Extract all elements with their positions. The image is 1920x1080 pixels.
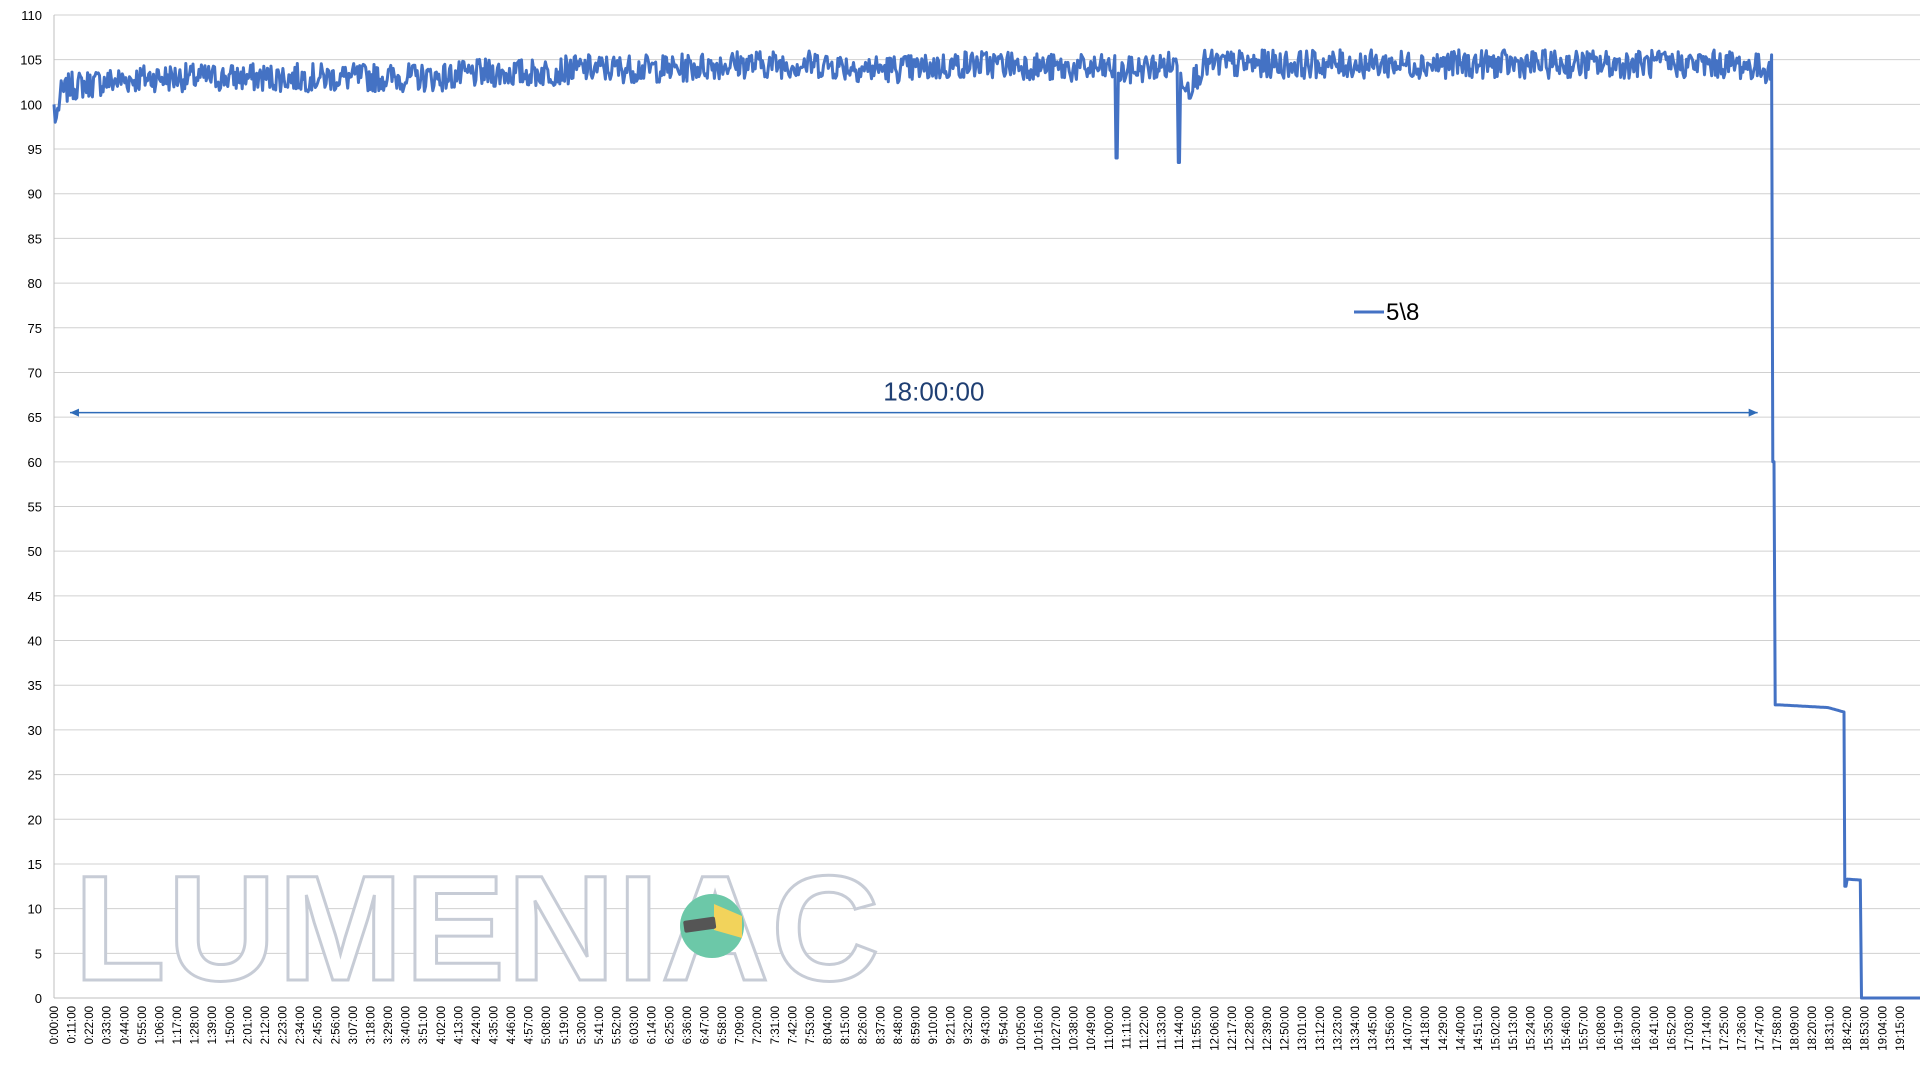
arrowhead-right [1748, 408, 1758, 417]
x-tick-label: 10:05:00 [1016, 1006, 1028, 1051]
x-tick-label: 10:38:00 [1069, 1006, 1081, 1051]
y-tick-label: 50 [28, 544, 42, 559]
x-tick-label: 19:04:00 [1877, 1006, 1889, 1051]
watermark-logo: LUMENIAC [73, 843, 882, 1014]
y-tick-label: 65 [28, 410, 42, 425]
x-tick-label: 14:29:00 [1438, 1006, 1450, 1051]
y-tick-label: 75 [28, 321, 42, 336]
x-tick-label: 18:53:00 [1860, 1006, 1872, 1051]
x-tick-label: 16:30:00 [1631, 1006, 1643, 1051]
y-axis-tick-labels: 0 5 10 15 20 25 30 35 40 45 50 55 60 65 70 75 80 85 90 95 10… [20, 8, 42, 1006]
x-tick-label: 12:28:00 [1244, 1006, 1256, 1051]
x-tick-label: 11:55:00 [1192, 1006, 1204, 1050]
x-tick-label: 8:59:00 [910, 1006, 922, 1044]
x-tick-label: 13:01:00 [1297, 1006, 1309, 1051]
x-tick-label: 14:51:00 [1473, 1006, 1485, 1051]
y-tick-label: 10 [28, 902, 42, 917]
watermark-text: LUMENIAC [74, 844, 882, 1012]
x-tick-label: 17:25:00 [1719, 1006, 1731, 1051]
y-tick-label: 110 [21, 8, 42, 23]
x-tick-label: 16:19:00 [1614, 1006, 1626, 1051]
flashlight-icon [680, 894, 744, 958]
x-tick-label: 9:32:00 [963, 1006, 975, 1044]
y-tick-label: 60 [28, 455, 42, 470]
x-tick-label: 15:35:00 [1543, 1006, 1555, 1051]
x-tick-label: 16:52:00 [1666, 1006, 1678, 1051]
x-tick-label: 8:48:00 [893, 1006, 905, 1044]
x-axis-tick-labels: 0:00:00 0:11:00 0:22:00 0:33:00 0:44:00 0:55:… [49, 1006, 1907, 1051]
x-tick-label: 0:00:00 [49, 1006, 61, 1044]
x-tick-label: 17:36:00 [1737, 1006, 1749, 1051]
x-tick-label: 9:10:00 [928, 1006, 940, 1044]
x-tick-label: 18:31:00 [1825, 1006, 1837, 1051]
legend-label: 5\8 [1386, 299, 1419, 326]
y-tick-label: 15 [28, 857, 42, 872]
x-tick-label: 13:34:00 [1350, 1006, 1362, 1051]
x-tick-label: 11:44:00 [1174, 1006, 1186, 1050]
x-tick-label: 16:41:00 [1649, 1006, 1661, 1051]
y-tick-label: 0 [35, 991, 42, 1006]
y-tick-label: 90 [28, 187, 42, 202]
x-tick-label: 15:57:00 [1578, 1006, 1590, 1051]
x-tick-label: 19:15:00 [1895, 1006, 1907, 1051]
x-tick-label: 18:20:00 [1807, 1006, 1819, 1051]
x-tick-label: 13:12:00 [1315, 1006, 1327, 1051]
x-tick-label: 17:47:00 [1754, 1006, 1766, 1051]
x-tick-label: 17:03:00 [1684, 1006, 1696, 1051]
y-tick-label: 55 [28, 500, 42, 515]
x-tick-label: 11:22:00 [1139, 1006, 1151, 1050]
x-tick-label: 15:13:00 [1508, 1006, 1520, 1051]
y-tick-label: 45 [28, 589, 42, 604]
y-tick-label: 35 [28, 678, 42, 693]
x-tick-label: 11:33:00 [1157, 1006, 1169, 1050]
y-tick-label: 95 [28, 142, 42, 157]
y-tick-label: 85 [28, 231, 42, 246]
x-tick-label: 18:42:00 [1842, 1006, 1854, 1051]
y-tick-label: 80 [28, 276, 42, 291]
x-tick-label: 10:27:00 [1051, 1006, 1063, 1051]
y-tick-label: 40 [28, 634, 42, 649]
x-tick-label: 12:50:00 [1280, 1006, 1292, 1051]
x-tick-label: 10:49:00 [1086, 1006, 1098, 1051]
x-tick-label: 17:14:00 [1702, 1006, 1714, 1051]
y-tick-label: 30 [28, 723, 42, 738]
x-tick-label: 13:23:00 [1332, 1006, 1344, 1051]
x-tick-label: 12:39:00 [1262, 1006, 1274, 1051]
x-tick-label: 9:21:00 [946, 1006, 958, 1044]
x-tick-label: 13:56:00 [1385, 1006, 1397, 1051]
y-tick-label: 5 [35, 946, 42, 961]
x-tick-label: 9:43:00 [981, 1006, 993, 1044]
x-tick-label: 11:00:00 [1104, 1006, 1116, 1050]
legend: 5\8 [1354, 299, 1419, 326]
x-tick-label: 14:18:00 [1420, 1006, 1432, 1051]
x-tick-label: 9:54:00 [998, 1006, 1010, 1044]
x-tick-label: 18:09:00 [1789, 1006, 1801, 1051]
x-tick-label: 17:58:00 [1772, 1006, 1784, 1051]
arrowhead-left [69, 408, 79, 417]
x-tick-label: 15:24:00 [1526, 1006, 1538, 1051]
y-tick-label: 105 [20, 53, 42, 68]
x-tick-label: 13:45:00 [1368, 1006, 1380, 1051]
x-tick-label: 12:06:00 [1209, 1006, 1221, 1051]
x-tick-label: 14:40:00 [1455, 1006, 1467, 1051]
duration-label: 18:00:00 [883, 377, 984, 407]
y-tick-label: 25 [28, 768, 42, 783]
x-tick-label: 11:11:00 [1121, 1006, 1133, 1049]
x-tick-label: 15:02:00 [1491, 1006, 1503, 1051]
x-tick-label: 14:07:00 [1403, 1006, 1415, 1051]
x-tick-label: 15:46:00 [1561, 1006, 1573, 1051]
y-tick-label: 20 [28, 812, 42, 827]
chart: 0 5 10 15 20 25 30 35 40 45 50 55 60 65 70 75 80 85 90 95 10… [20, 8, 1920, 1051]
duration-annotation: 18:00:00 [69, 377, 1758, 417]
x-tick-label: 12:17:00 [1227, 1006, 1239, 1051]
y-tick-label: 100 [20, 97, 42, 112]
x-tick-label: 10:16:00 [1033, 1006, 1045, 1051]
y-tick-label: 70 [28, 365, 42, 380]
x-tick-label: 16:08:00 [1596, 1006, 1608, 1051]
